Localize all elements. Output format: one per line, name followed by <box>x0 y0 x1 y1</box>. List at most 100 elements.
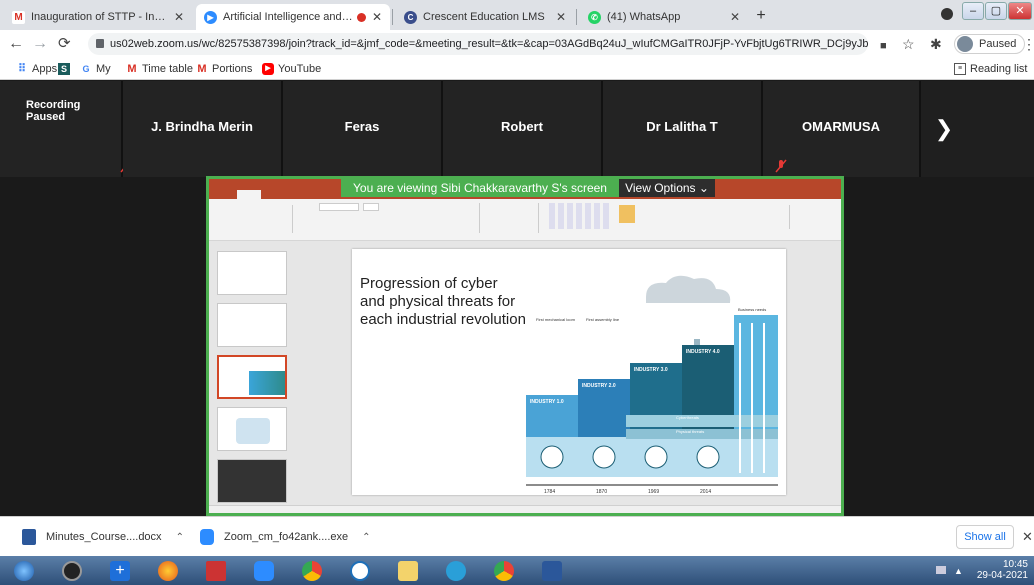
participant-name: Dr Lalitha T <box>646 119 718 134</box>
tray-network-icon[interactable] <box>936 566 946 574</box>
bookmark-my[interactable]: G My <box>80 61 110 77</box>
menu-icon[interactable]: ⋮ <box>1022 35 1034 53</box>
tab-zoom[interactable]: ▶ Artificial Intelligence and its ✕ <box>196 4 390 30</box>
extensions-icon[interactable]: ✱ <box>930 35 942 53</box>
zoom-icon <box>200 529 214 545</box>
bookmark-time-table[interactable]: M Time table <box>126 61 193 77</box>
close-tab-icon[interactable]: ✕ <box>372 10 382 24</box>
close-tab-icon[interactable]: ✕ <box>730 10 740 24</box>
close-tab-icon[interactable]: ✕ <box>556 10 566 24</box>
view-options-label: View Options <box>625 181 696 195</box>
next-participants-button[interactable]: ❯ <box>924 99 964 159</box>
bookmarks-bar: ⠿ Apps S G My M Time table M Portions ▶ … <box>0 58 1034 80</box>
taskbar-app-ie[interactable] <box>436 558 476 583</box>
youtube-icon: ▶ <box>262 63 274 75</box>
slide-title: Progression of cyber and physical threat… <box>360 275 526 328</box>
taskbar-app-word[interactable] <box>532 558 572 583</box>
reading-list-icon: ≡ <box>954 63 966 75</box>
close-window-button[interactable]: ✕ <box>1008 2 1032 20</box>
slide-thumbnail[interactable] <box>217 303 287 347</box>
slide[interactable]: Progression of cyber and physical threat… <box>352 249 786 495</box>
clock-time: 10:45 <box>1002 559 1028 570</box>
download-item[interactable]: Zoom_cm_fo42ank....exe ⌃ <box>200 527 371 547</box>
site-icon: S <box>58 63 70 75</box>
gmail-icon: M <box>12 10 25 24</box>
industry-label: INDUSTRY 3.0 <box>634 367 668 373</box>
year-label: 1969 <box>648 489 659 495</box>
arrange-icon <box>619 205 635 223</box>
download-item[interactable]: Minutes_Course....docx ⌃ <box>22 527 184 547</box>
slide-thumbnail-pane <box>209 241 295 505</box>
participant-tile[interactable]: Dr Lalitha T <box>603 81 779 177</box>
taskbar-app-chrome[interactable] <box>292 558 332 583</box>
new-tab-button[interactable]: + <box>751 6 771 26</box>
participant-name: Feras <box>344 119 380 134</box>
participant-tile-self[interactable]: Recording Paused <box>0 81 132 177</box>
bookmark-portions[interactable]: M Portions <box>196 61 252 77</box>
bookmark-apps[interactable]: ⠿ Apps <box>16 61 57 77</box>
tab-title: Inauguration of STTP - Invitation <box>31 11 168 23</box>
view-options-button[interactable]: View Options ⌄ <box>619 179 715 197</box>
tab-search-icon[interactable] <box>941 8 953 20</box>
share-banner: You are viewing Sibi Chakkaravarthy S's … <box>341 179 619 197</box>
slide-thumbnail[interactable] <box>217 407 287 451</box>
tab-title: (41) WhatsApp <box>607 11 681 23</box>
camera-in-use-icon[interactable]: ■ <box>880 37 887 55</box>
taskbar-app-camera[interactable] <box>52 558 92 583</box>
chevron-up-icon[interactable]: ⌃ <box>176 532 184 543</box>
paragraph-group <box>479 203 539 233</box>
chevron-up-icon[interactable]: ⌃ <box>362 532 370 543</box>
download-filename: Zoom_cm_fo42ank....exe <box>224 531 349 543</box>
taskbar-app-paint[interactable] <box>196 558 236 583</box>
bookmark-youtube[interactable]: ▶ YouTube <box>262 61 321 77</box>
taskbar-app-explorer[interactable] <box>388 558 428 583</box>
profile-button[interactable]: Paused <box>954 34 1026 54</box>
participant-tile[interactable]: J. Brindha Merin <box>123 81 299 177</box>
close-tab-icon[interactable]: ✕ <box>174 10 184 24</box>
tab-gmail[interactable]: M Inauguration of STTP - Invitation ✕ <box>4 4 192 30</box>
shapes-gallery <box>549 203 609 229</box>
tab-title: Artificial Intelligence and its <box>223 11 353 23</box>
profile-status: Paused <box>979 38 1017 50</box>
maximize-button[interactable]: ▢ <box>985 2 1007 20</box>
business-needs-label: Business needs <box>738 307 766 312</box>
taskbar-clock[interactable]: 10:45 29-04-2021 <box>962 559 1028 581</box>
industry-label: INDUSTRY 4.0 <box>686 349 720 355</box>
back-icon[interactable]: ← <box>8 35 24 53</box>
tab-strip: M Inauguration of STTP - Invitation ✕ ▶ … <box>0 0 1034 30</box>
taskbar-app-dell[interactable] <box>340 558 380 583</box>
minimize-button[interactable]: – <box>962 2 984 20</box>
tab-crescent[interactable]: C Crescent Education LMS ✕ <box>396 4 574 30</box>
reload-icon[interactable]: ⟳ <box>58 35 71 53</box>
forward-icon[interactable]: → <box>32 35 48 53</box>
show-all-button[interactable]: Show all <box>956 525 1014 549</box>
participant-tile[interactable]: Feras <box>283 81 459 177</box>
participant-tile[interactable]: OMARMUSA <box>763 81 921 177</box>
tab-title: Crescent Education LMS <box>423 11 545 23</box>
bookmark-star-icon[interactable]: ☆ <box>902 35 915 53</box>
bookmark-site[interactable]: S <box>58 61 74 77</box>
shared-screen[interactable]: You are viewing Sibi Chakkaravarthy S's … <box>206 176 844 516</box>
lock-icon[interactable] <box>96 39 104 48</box>
clipboard-group <box>213 205 293 233</box>
start-button[interactable] <box>4 558 44 583</box>
slide-thumbnail-selected[interactable] <box>217 355 287 399</box>
taskbar-app-plus[interactable]: + <box>100 558 140 583</box>
slide-canvas: Progression of cyber and physical threat… <box>295 241 841 505</box>
industry-label: INDUSTRY 2.0 <box>582 383 616 389</box>
slide-thumbnail[interactable] <box>217 251 287 295</box>
taskbar-app-chrome-2[interactable] <box>484 558 524 583</box>
close-icon[interactable]: ✕ <box>1022 529 1033 545</box>
industry-infographic: INDUSTRY 1.0 INDUSTRY 2.0 INDUSTRY 3.0 I… <box>526 275 778 495</box>
slide-thumbnail[interactable] <box>217 459 287 503</box>
taskbar-app-zoom[interactable] <box>244 558 284 583</box>
participant-tile[interactable]: Robert <box>443 81 619 177</box>
reading-list-button[interactable]: ≡ Reading list <box>954 61 1027 77</box>
apps-grid-icon: ⠿ <box>17 63 27 75</box>
address-bar[interactable]: us02web.zoom.us/wc/82575387398/join?trac… <box>88 33 868 55</box>
word-doc-icon <box>22 529 36 545</box>
tab-whatsapp[interactable]: ✆ (41) WhatsApp ✕ <box>580 4 748 30</box>
url-text: us02web.zoom.us/wc/82575387398/join?trac… <box>110 38 868 50</box>
milestone-label: First assembly line <box>586 317 620 322</box>
taskbar-app-firefox[interactable] <box>148 558 188 583</box>
